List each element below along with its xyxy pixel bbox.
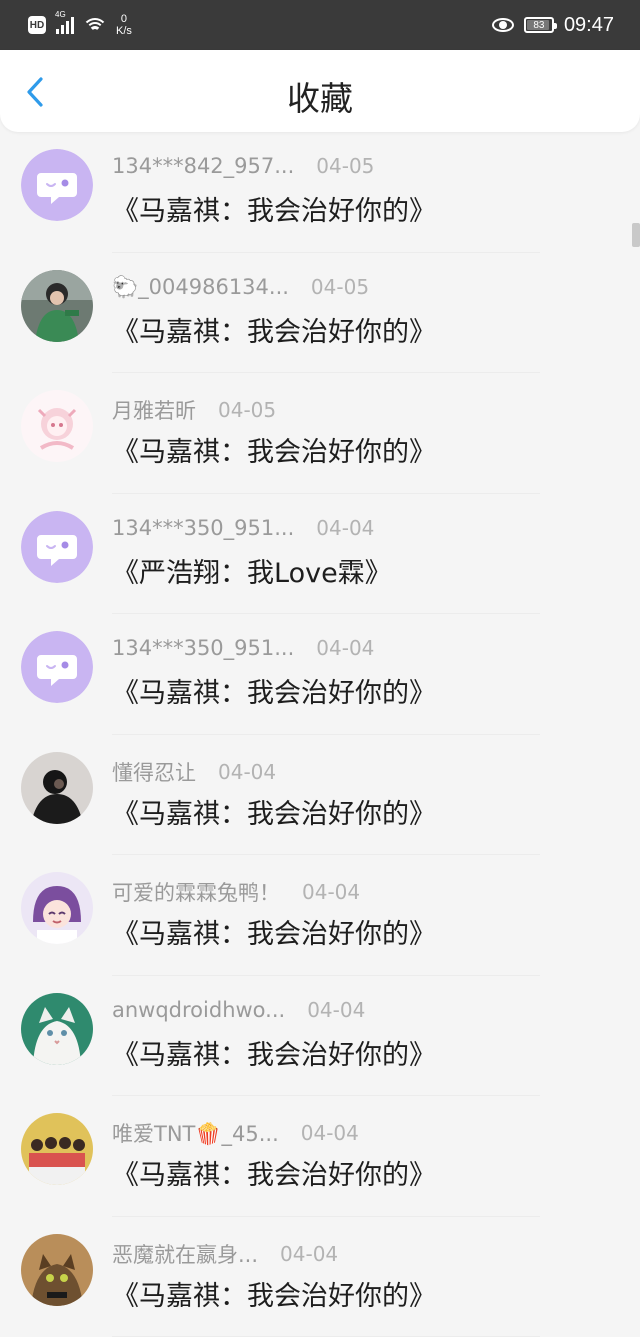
list-item[interactable]: 可爱的霖霖兔鸭！ 04-04 《马嘉祺：我会治好你的》 xyxy=(0,855,640,976)
list-item[interactable]: anwqdroidhwo... 04-04 《马嘉祺：我会治好你的》 xyxy=(0,976,640,1097)
item-date: 04-05 xyxy=(311,275,369,299)
user-name[interactable]: 可爱的霖霖兔鸭！ xyxy=(112,877,280,907)
user-name[interactable]: 恶魔就在嬴身... xyxy=(112,1239,258,1269)
item-meta: 🐑_004986134... 04-05 xyxy=(112,275,369,300)
list-item[interactable]: 134***842_957... 04-05 《马嘉祺：我会治好你的》 xyxy=(0,132,640,253)
list-item[interactable]: 恶魔就在嬴身... 04-04 《马嘉祺：我会治好你的》 xyxy=(0,1217,640,1337)
item-date: 04-05 xyxy=(218,398,276,422)
avatar[interactable] xyxy=(21,631,93,703)
avatar[interactable] xyxy=(21,752,93,824)
list-item[interactable]: 月雅若昕 04-05 《马嘉祺：我会治好你的》 xyxy=(0,373,640,494)
item-meta: 134***350_951... 04-04 xyxy=(112,636,374,660)
item-content[interactable]: 《马嘉祺：我会治好你的》 xyxy=(112,1153,436,1192)
favorites-list: 134***842_957...04-05《马嘉祺：我会治好你的》🐑_00498… xyxy=(0,132,640,1337)
item-content[interactable]: 《马嘉祺：我会治好你的》 xyxy=(112,310,436,349)
item-meta: 134***350_951... 04-04 xyxy=(112,516,374,540)
item-date: 04-04 xyxy=(316,636,374,660)
item-meta: 唯爱TNT🍿_45... 04-04 xyxy=(112,1118,359,1148)
list-item[interactable]: 134***350_951... 04-04 《严浩翔：我Love霖》 xyxy=(0,494,640,615)
avatar[interactable] xyxy=(21,149,93,221)
avatar[interactable] xyxy=(21,390,93,462)
hd-icon: HD xyxy=(28,16,46,34)
item-meta: 懂得忍让 04-04 xyxy=(112,757,276,787)
item-date: 04-04 xyxy=(316,516,374,540)
item-date: 04-05 xyxy=(316,154,374,178)
item-content[interactable]: 《马嘉祺：我会治好你的》 xyxy=(112,792,436,831)
user-name[interactable]: 134***842_957... xyxy=(112,154,294,178)
page-title: 收藏 xyxy=(0,50,640,132)
list-item[interactable]: 🐑_004986134... 04-05 《马嘉祺：我会治好你的》 xyxy=(0,253,640,374)
item-content[interactable]: 《马嘉祺：我会治好你的》 xyxy=(112,430,436,469)
avatar[interactable] xyxy=(21,872,93,944)
status-bar: HD 4G 0 K/s 83 09:47 xyxy=(0,0,640,50)
item-content[interactable]: 《马嘉祺：我会治好你的》 xyxy=(112,1033,436,1072)
item-content[interactable]: 《马嘉祺：我会治好你的》 xyxy=(112,189,436,228)
item-date: 04-04 xyxy=(302,880,360,904)
list-item[interactable]: 懂得忍让 04-04 《马嘉祺：我会治好你的》 xyxy=(0,735,640,856)
list-item[interactable]: 唯爱TNT🍿_45... 04-04 《马嘉祺：我会治好你的》 xyxy=(0,1096,640,1217)
item-content[interactable]: 《严浩翔：我Love霖》 xyxy=(112,551,392,590)
avatar[interactable] xyxy=(21,993,93,1065)
avatar[interactable] xyxy=(21,1113,93,1185)
item-date: 04-04 xyxy=(301,1121,359,1145)
avatar[interactable] xyxy=(21,511,93,583)
wifi-icon xyxy=(84,16,106,34)
item-content[interactable]: 《马嘉祺：我会治好你的》 xyxy=(112,912,436,951)
user-name[interactable]: 唯爱TNT🍿_45... xyxy=(112,1118,279,1148)
user-name[interactable]: 🐑_004986134... xyxy=(112,275,289,300)
avatar[interactable] xyxy=(21,1234,93,1306)
eye-comfort-icon xyxy=(492,18,514,32)
user-name[interactable]: anwqdroidhwo... xyxy=(112,998,285,1022)
item-content[interactable]: 《马嘉祺：我会治好你的》 xyxy=(112,671,436,710)
clock: 09:47 xyxy=(564,14,614,37)
user-name[interactable]: 134***350_951... xyxy=(112,636,294,660)
app-header: 收藏 xyxy=(0,50,640,132)
list-item[interactable]: 134***350_951... 04-04 《马嘉祺：我会治好你的》 xyxy=(0,614,640,735)
item-date: 04-04 xyxy=(307,998,365,1022)
item-date: 04-04 xyxy=(280,1242,338,1266)
item-meta: 月雅若昕 04-05 xyxy=(112,395,276,425)
user-name[interactable]: 134***350_951... xyxy=(112,516,294,540)
item-content[interactable]: 《马嘉祺：我会治好你的》 xyxy=(112,1274,436,1313)
battery-icon: 83 xyxy=(524,17,554,33)
network-speed: 0 K/s xyxy=(116,13,132,37)
signal-icon: 4G xyxy=(56,16,74,34)
item-meta: 恶魔就在嬴身... 04-04 xyxy=(112,1239,338,1269)
user-name[interactable]: 懂得忍让 xyxy=(112,757,196,787)
avatar[interactable] xyxy=(21,270,93,342)
item-date: 04-04 xyxy=(218,760,276,784)
item-meta: anwqdroidhwo... 04-04 xyxy=(112,998,365,1022)
user-name[interactable]: 月雅若昕 xyxy=(112,395,196,425)
item-meta: 134***842_957... 04-05 xyxy=(112,154,374,178)
item-meta: 可爱的霖霖兔鸭！ 04-04 xyxy=(112,877,360,907)
